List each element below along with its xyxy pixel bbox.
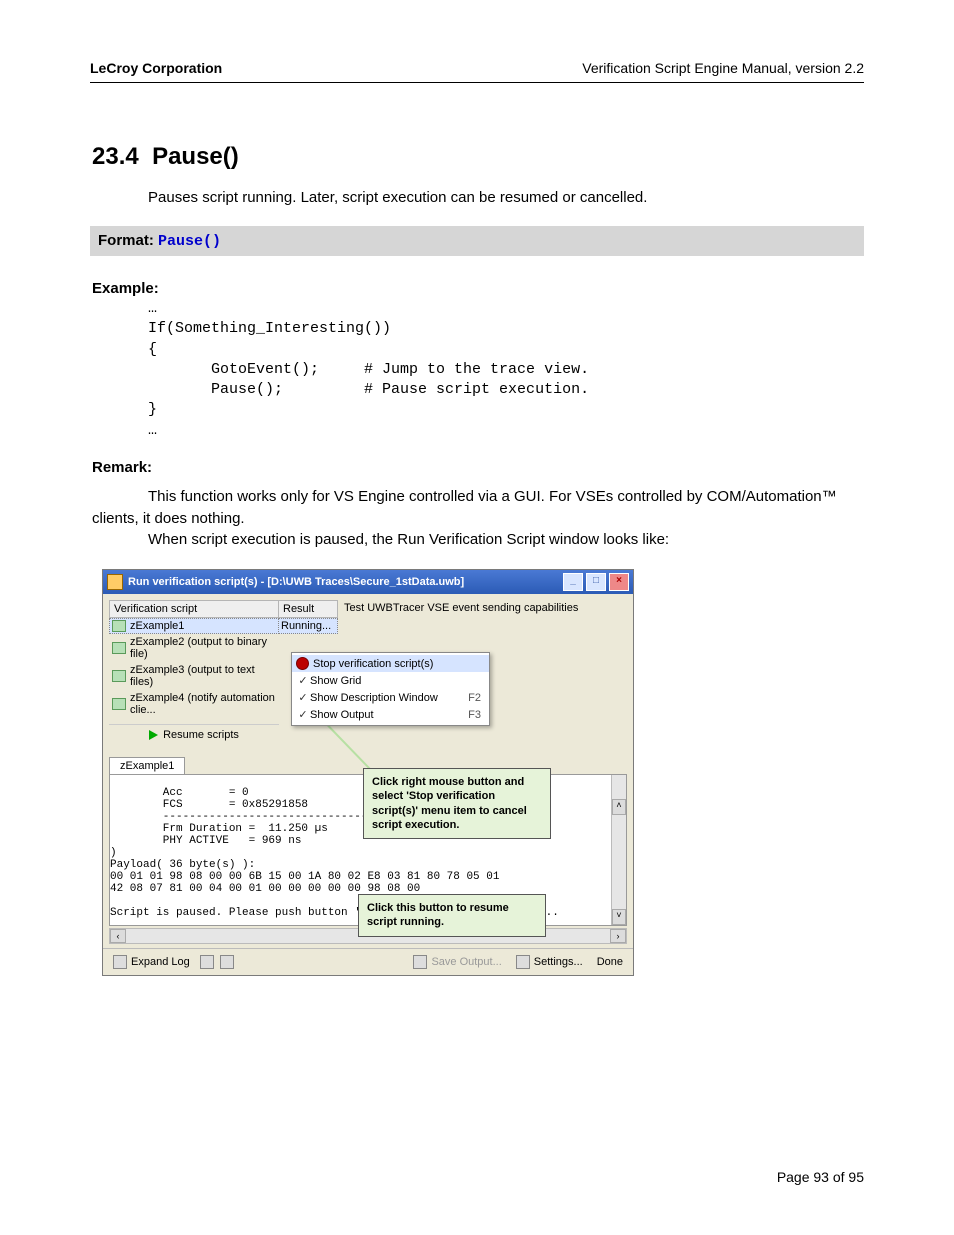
stop-icon xyxy=(296,657,309,670)
play-icon xyxy=(149,730,158,740)
script-name: zExample4 (notify automation clie... xyxy=(130,692,276,716)
check-icon: ✓ xyxy=(296,691,310,704)
section-description: Pauses script running. Later, script exe… xyxy=(148,189,864,206)
expand-icon xyxy=(113,955,127,969)
remark-p2: When script execution is paused, the Run… xyxy=(148,531,669,548)
script-row[interactable]: zExample1 xyxy=(109,618,279,634)
save-icon xyxy=(413,955,427,969)
scroll-up-icon[interactable]: ˄ xyxy=(612,799,626,815)
page-number: Page 93 of 95 xyxy=(777,1169,864,1185)
view-icon-2[interactable] xyxy=(220,955,234,969)
remark-label: Remark: xyxy=(92,459,864,476)
expand-log-button[interactable]: Expand Log xyxy=(109,953,194,971)
screenshot-window: Run verification script(s) - [D:\UWB Tra… xyxy=(102,569,634,976)
script-row[interactable]: zExample2 (output to binary file) xyxy=(109,634,279,662)
vs-icon xyxy=(112,620,126,632)
menu-item-show-output[interactable]: ✓ Show Output F3 xyxy=(292,706,489,723)
script-name: zExample2 (output to binary file) xyxy=(130,636,276,660)
column-header-script[interactable]: Verification script xyxy=(109,600,279,618)
check-icon: ✓ xyxy=(296,708,310,721)
minimize-button[interactable]: _ xyxy=(563,573,583,591)
remark-body: This function works only for VS Engine c… xyxy=(92,486,862,551)
vs-icon xyxy=(112,642,126,654)
window-titlebar[interactable]: Run verification script(s) - [D:\UWB Tra… xyxy=(103,570,633,594)
check-icon: ✓ xyxy=(296,674,310,687)
vs-icon xyxy=(112,670,126,682)
output-tab[interactable]: zExample1 xyxy=(109,757,185,774)
header-company: LeCroy Corporation xyxy=(90,60,222,76)
view-icon-1[interactable] xyxy=(200,955,214,969)
result-cell xyxy=(278,634,338,650)
resume-scripts-button[interactable]: Resume scripts xyxy=(163,729,239,741)
menu-item-show-grid[interactable]: ✓ Show Grid xyxy=(292,672,489,689)
script-name: zExample3 (output to text files) xyxy=(130,664,276,688)
example-code: … If(Something_Interesting()) { GotoEven… xyxy=(148,299,864,441)
script-name: zExample1 xyxy=(130,620,184,632)
remark-p1: This function works only for VS Engine c… xyxy=(92,488,837,527)
description-pane: Test UWBTracer VSE event sending capabil… xyxy=(338,600,627,616)
script-row[interactable]: zExample4 (notify automation clie... xyxy=(109,690,279,718)
section-name: Pause() xyxy=(152,143,239,170)
maximize-button[interactable]: □ xyxy=(586,573,606,591)
scroll-down-icon[interactable]: ˅ xyxy=(612,909,626,925)
scroll-right-icon[interactable]: › xyxy=(610,929,626,943)
vertical-scrollbar[interactable]: ˄ ˅ xyxy=(611,775,626,925)
close-button[interactable]: × xyxy=(609,573,629,591)
menu-item-show-description[interactable]: ✓ Show Description Window F2 xyxy=(292,689,489,706)
save-output-button: Save Output... xyxy=(409,953,505,971)
context-menu: Stop verification script(s) ✓ Show Grid … xyxy=(291,652,490,726)
vs-icon xyxy=(112,698,126,710)
example-label: Example: xyxy=(92,280,864,297)
header-rule xyxy=(90,82,864,83)
description-text: Test UWBTracer VSE event sending capabil… xyxy=(344,602,578,614)
script-row[interactable]: zExample3 (output to text files) xyxy=(109,662,279,690)
done-button[interactable]: Done xyxy=(593,954,627,970)
window-title: Run verification script(s) - [D:\UWB Tra… xyxy=(128,576,464,588)
scroll-left-icon[interactable]: ‹ xyxy=(110,929,126,943)
format-label: Format: xyxy=(98,232,154,249)
format-box: Format: Pause() xyxy=(90,226,864,256)
callout-stop-hint: Click right mouse button and select 'Sto… xyxy=(363,768,551,839)
settings-button[interactable]: Settings... xyxy=(512,953,587,971)
script-list: Verification script zExample1 zExample2 … xyxy=(109,600,279,745)
result-cell: Running... xyxy=(278,618,338,634)
section-heading: 23.4 Pause() xyxy=(92,143,864,171)
menu-item-stop-scripts[interactable]: Stop verification script(s) xyxy=(292,655,489,672)
gear-icon xyxy=(516,955,530,969)
column-header-result[interactable]: Result xyxy=(278,600,338,618)
format-code: Pause() xyxy=(158,233,221,250)
app-icon xyxy=(107,574,123,590)
callout-resume-hint: Click this button to resume script runni… xyxy=(358,894,546,937)
header-manual-title: Verification Script Engine Manual, versi… xyxy=(582,60,864,76)
section-number: 23.4 xyxy=(92,143,139,170)
